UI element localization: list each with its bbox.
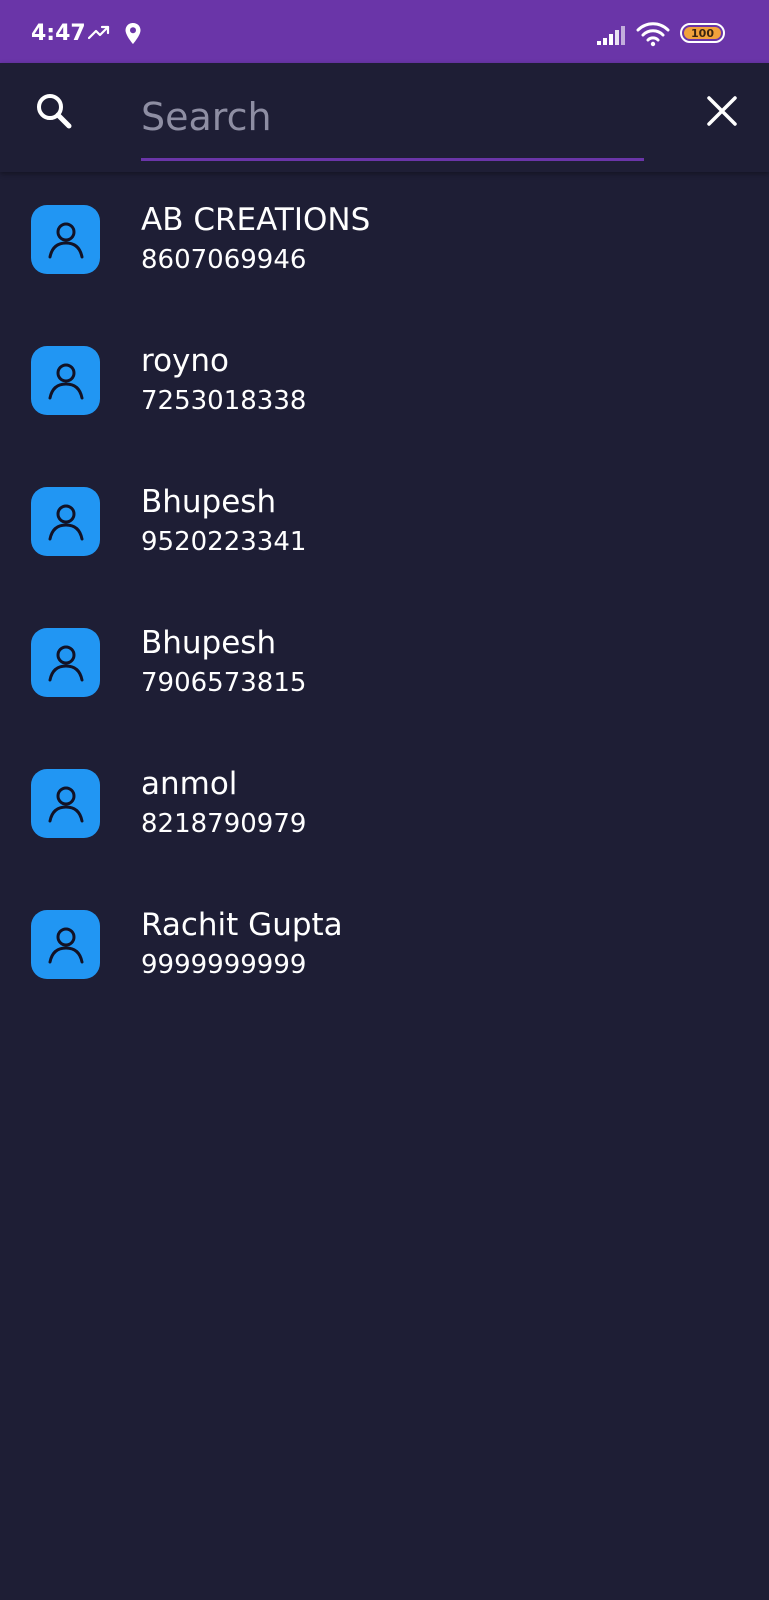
status-time: 4:47: [31, 21, 86, 46]
contact-name: Rachit Gupta: [141, 907, 343, 943]
contact-list-item[interactable]: Bhupesh 9520223341: [0, 454, 769, 595]
battery-icon: 100: [680, 23, 725, 43]
contact-avatar: [31, 487, 100, 556]
contact-avatar: [31, 346, 100, 415]
contact-phone: 7253018338: [141, 386, 307, 416]
contact-phone: 8218790979: [141, 809, 307, 839]
contact-list: AB CREATIONS 8607069946 royno 7253018338…: [0, 172, 769, 1018]
close-icon: [707, 96, 737, 126]
contact-avatar: [31, 628, 100, 697]
contact-list-item[interactable]: anmol 8218790979: [0, 736, 769, 877]
signal-icon: [597, 26, 625, 45]
search-app-bar: [0, 63, 769, 172]
status-bar: 4:47 100: [0, 0, 769, 63]
contact-list-item[interactable]: Rachit Gupta 9999999999: [0, 877, 769, 1018]
contact-avatar: [31, 769, 100, 838]
contact-avatar: [31, 205, 100, 274]
search-button[interactable]: [24, 81, 84, 141]
person-icon: [48, 786, 83, 822]
battery-level: 100: [684, 27, 721, 40]
contact-name: Bhupesh: [141, 484, 277, 520]
contact-phone: 9520223341: [141, 527, 307, 557]
contact-phone: 8607069946: [141, 245, 307, 275]
person-icon: [48, 222, 83, 258]
clear-search-button[interactable]: [692, 81, 752, 141]
trending-up-icon: [88, 25, 110, 40]
contact-phone: 7906573815: [141, 668, 307, 698]
person-icon: [48, 927, 83, 963]
search-icon: [37, 94, 72, 129]
contact-list-item[interactable]: AB CREATIONS 8607069946: [0, 172, 769, 313]
contact-avatar: [31, 910, 100, 979]
contact-name: Bhupesh: [141, 625, 277, 661]
contact-name: AB CREATIONS: [141, 202, 371, 238]
person-icon: [48, 504, 83, 540]
person-icon: [48, 645, 83, 681]
contact-name: royno: [141, 343, 229, 379]
search-input[interactable]: [141, 85, 644, 161]
contact-list-item[interactable]: royno 7253018338: [0, 313, 769, 454]
contact-phone: 9999999999: [141, 950, 307, 980]
person-icon: [48, 363, 83, 399]
contact-name: anmol: [141, 766, 238, 802]
contact-list-item[interactable]: Bhupesh 7906573815: [0, 595, 769, 736]
location-pin-icon: [125, 23, 141, 44]
wifi-icon: [636, 22, 670, 47]
